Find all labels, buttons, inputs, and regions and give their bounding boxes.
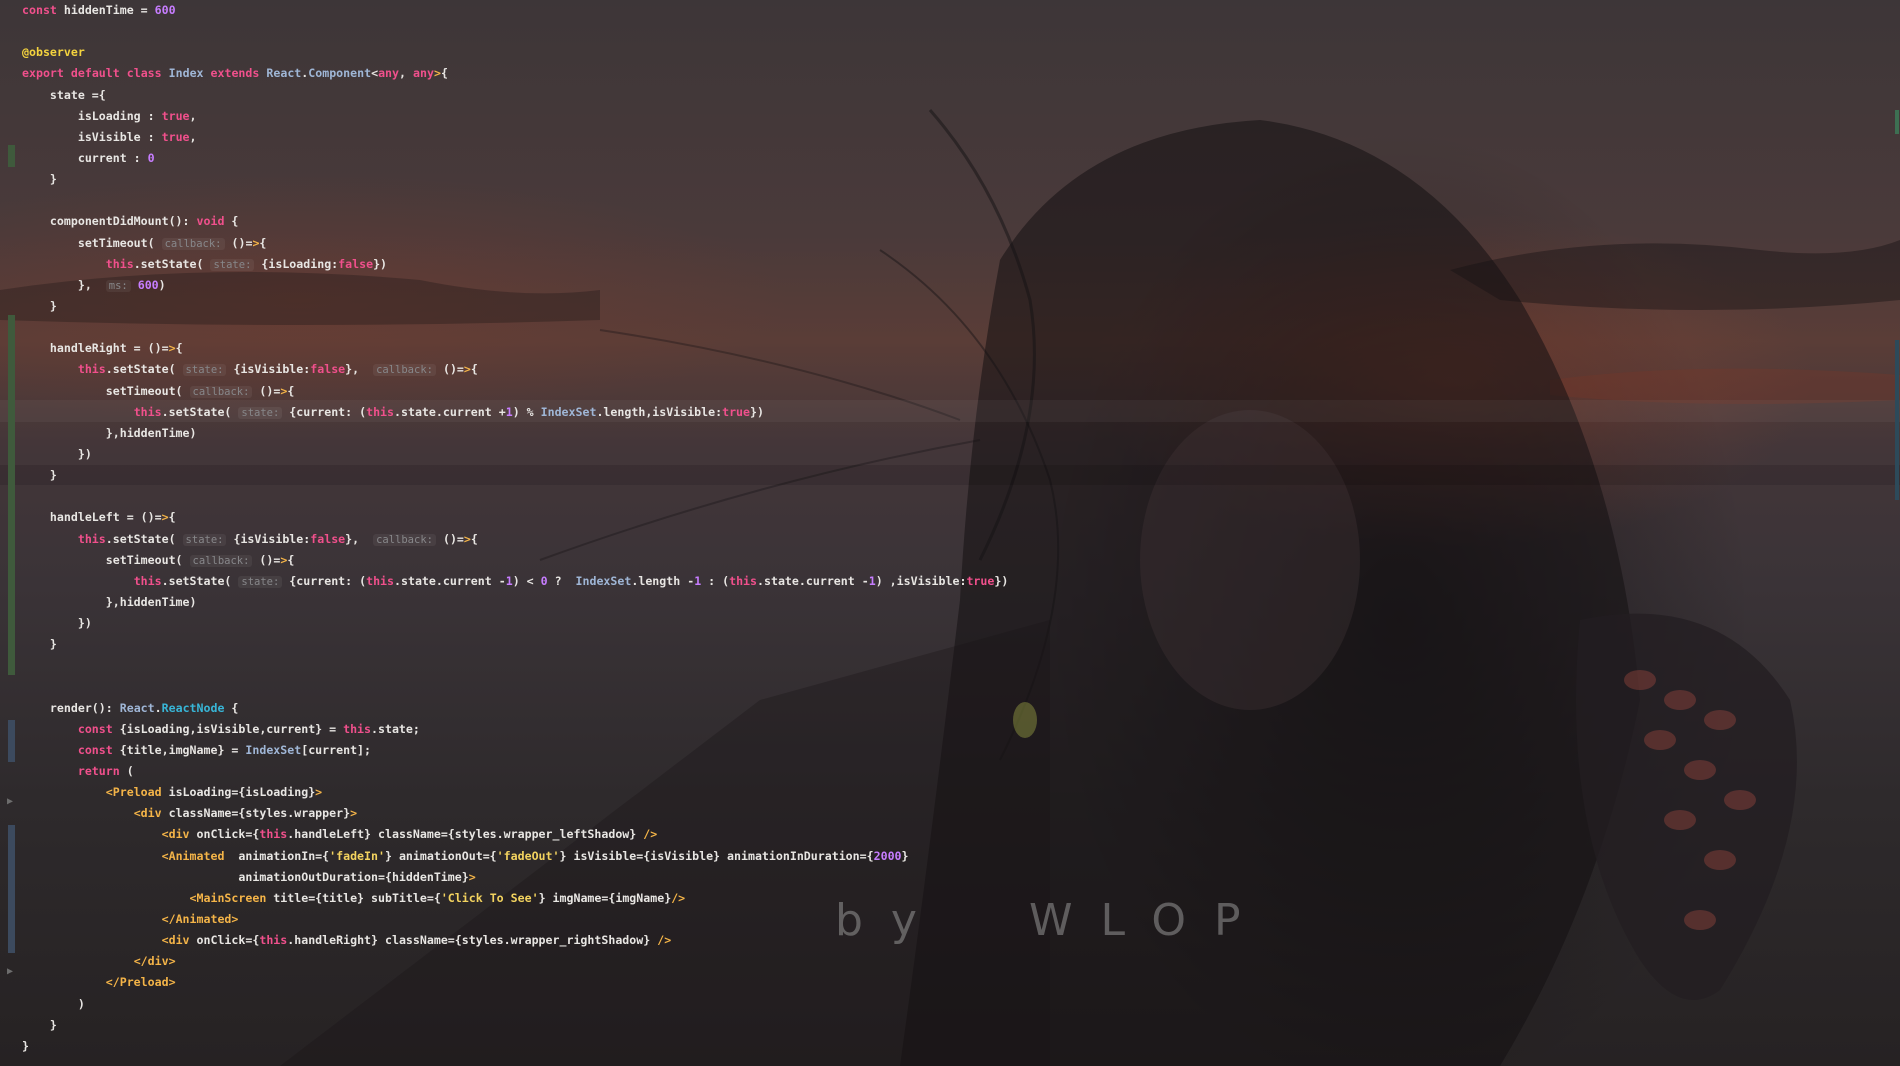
wallpaper-watermark: by WLOP xyxy=(835,895,1269,946)
code-line[interactable]: } xyxy=(22,1036,1008,1057)
code-line[interactable]: animationOutDuration={hiddenTime}> xyxy=(22,867,1008,888)
code-line[interactable]: setTimeout( callback: ()=>{ xyxy=(22,550,1008,571)
code-line[interactable]: isVisible : true, xyxy=(22,127,1008,148)
code-line[interactable]: <div onClick={this.handleLeft} className… xyxy=(22,824,1008,845)
code-line[interactable]: current : 0 xyxy=(22,148,1008,169)
code-line[interactable]: }) xyxy=(22,613,1008,634)
code-line[interactable]: this.setState( state: {current: (this.st… xyxy=(22,571,1008,592)
fold-arrow-icon[interactable]: ▶ xyxy=(7,966,13,977)
code-line[interactable]: } xyxy=(22,465,1008,486)
code-line[interactable]: ​ xyxy=(22,677,1008,698)
code-line[interactable]: }) xyxy=(22,444,1008,465)
editor-gutter[interactable]: ▶ ▶ xyxy=(0,0,20,1066)
change-marker xyxy=(8,825,15,953)
code-line[interactable]: const {isLoading,isVisible,current} = th… xyxy=(22,719,1008,740)
code-line[interactable]: },hiddenTime) xyxy=(22,592,1008,613)
change-marker xyxy=(8,720,15,762)
code-line[interactable]: } xyxy=(22,296,1008,317)
code-line[interactable]: } xyxy=(22,1015,1008,1036)
code-line[interactable]: ​ xyxy=(22,21,1008,42)
code-line[interactable]: return ( xyxy=(22,761,1008,782)
code-line[interactable]: } xyxy=(22,634,1008,655)
code-line[interactable]: componentDidMount(): void { xyxy=(22,211,1008,232)
code-line[interactable]: render(): React.ReactNode { xyxy=(22,698,1008,719)
code-line[interactable]: ​ xyxy=(22,317,1008,338)
code-line[interactable]: <Animated animationIn={'fadeIn'} animati… xyxy=(22,846,1008,867)
scrollbar-marker[interactable] xyxy=(1895,340,1899,500)
code-line[interactable]: state ={ xyxy=(22,85,1008,106)
code-line[interactable]: setTimeout( callback: ()=>{ xyxy=(22,233,1008,254)
code-line[interactable]: ​ xyxy=(22,486,1008,507)
code-line[interactable]: this.setState( state: {isVisible:false},… xyxy=(22,529,1008,550)
scrollbar-marker[interactable] xyxy=(1895,110,1899,134)
fold-arrow-icon[interactable]: ▶ xyxy=(7,796,13,807)
change-marker xyxy=(8,145,15,167)
code-line[interactable]: setTimeout( callback: ()=>{ xyxy=(22,381,1008,402)
change-marker xyxy=(8,315,15,675)
code-line[interactable]: const hiddenTime = 600 xyxy=(22,0,1008,21)
code-line[interactable]: const {title,imgName} = IndexSet[current… xyxy=(22,740,1008,761)
code-line[interactable]: export default class Index extends React… xyxy=(22,63,1008,84)
code-line[interactable]: ) xyxy=(22,994,1008,1015)
code-line[interactable]: </Preload> xyxy=(22,972,1008,993)
code-line[interactable]: ​ xyxy=(22,190,1008,211)
code-line[interactable]: @observer xyxy=(22,42,1008,63)
code-line[interactable]: this.setState( state: {isLoading:false}) xyxy=(22,254,1008,275)
code-line[interactable]: handleRight = ()=>{ xyxy=(22,338,1008,359)
code-line[interactable]: } xyxy=(22,169,1008,190)
code-line[interactable]: this.setState( state: {isVisible:false},… xyxy=(22,359,1008,380)
code-line[interactable]: </div> xyxy=(22,951,1008,972)
code-line[interactable]: <Preload isLoading={isLoading}> xyxy=(22,782,1008,803)
code-line[interactable]: isLoading : true, xyxy=(22,106,1008,127)
code-line[interactable]: this.setState( state: {current: (this.st… xyxy=(22,402,1008,423)
code-line[interactable]: }, ms: 600) xyxy=(22,275,1008,296)
code-line[interactable]: ​ xyxy=(22,655,1008,676)
code-line[interactable]: },hiddenTime) xyxy=(22,423,1008,444)
code-line[interactable]: handleLeft = ()=>{ xyxy=(22,507,1008,528)
code-line[interactable]: <div className={styles.wrapper}> xyxy=(22,803,1008,824)
